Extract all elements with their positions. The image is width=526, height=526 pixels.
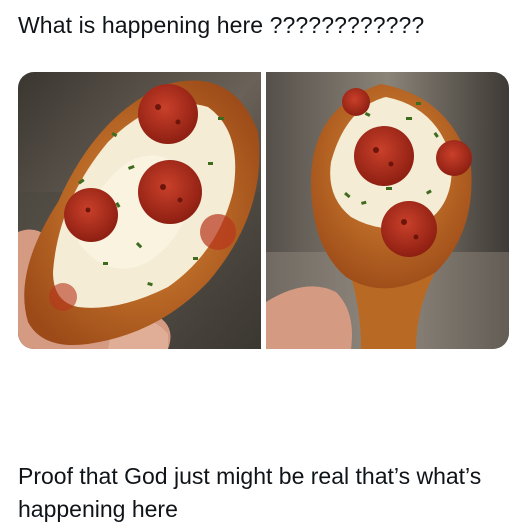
post-caption-text: Proof that God just might be real that’s… — [18, 463, 482, 522]
drumstick-photo-left[interactable] — [18, 72, 261, 349]
drumstick-photo-right-art — [266, 72, 509, 349]
meme-post: What is happening here ???????????? Proo… — [0, 0, 526, 526]
drumstick-photo-right[interactable] — [266, 72, 509, 349]
post-header-text: What is happening here ???????????? — [18, 12, 425, 38]
drumstick-photo-left-art — [18, 72, 261, 349]
